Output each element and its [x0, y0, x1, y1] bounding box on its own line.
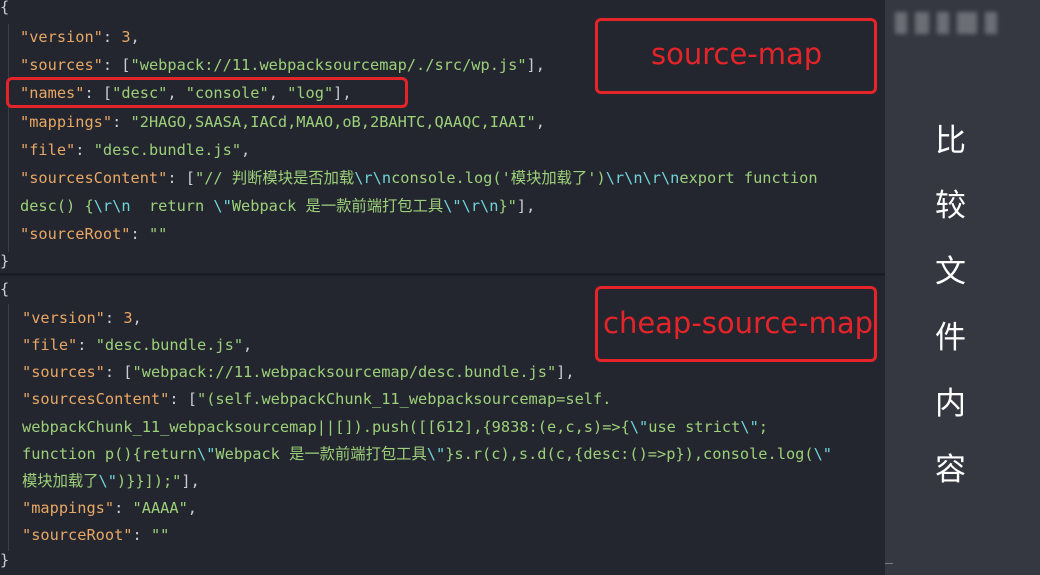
- code-line-version: "version": 3,: [20, 28, 140, 46]
- sidebar-title-char: 容: [935, 452, 966, 488]
- sidebar-title-char: 件: [935, 320, 966, 356]
- open-brace: {: [0, 280, 10, 298]
- code-line-sources-content-cont: desc() {\r\n return \"Webpack 是一款前端打包工具\…: [20, 197, 536, 215]
- sidebar-title-char: 较: [935, 188, 966, 224]
- code-line-mappings: "mappings": "AAAA",: [22, 499, 198, 517]
- code-line-mappings: "mappings": "2HAGO,SAASA,IACd,MAAO,oB,2B…: [20, 113, 545, 131]
- close-brace: }: [0, 252, 10, 270]
- code-line-file: "file": "desc.bundle.js",: [22, 336, 253, 354]
- sidebar-title-char: 比: [935, 123, 966, 159]
- cheap-source-map-label: cheap-source-map: [603, 306, 874, 340]
- blurred-watermark: [957, 12, 977, 34]
- indent-guide: [8, 24, 9, 252]
- blurred-watermark: [937, 12, 949, 34]
- sidebar-tick: [885, 563, 893, 564]
- open-brace: {: [0, 0, 10, 16]
- code-line-sources: "sources": ["webpack://11.webpacksourcem…: [22, 363, 575, 381]
- code-line-version: "version": 3,: [22, 309, 142, 327]
- source-map-label: source-map: [651, 37, 823, 71]
- code-line-source-root: "sourceRoot": "": [20, 225, 168, 243]
- code-line-source-root: "sourceRoot": "": [22, 526, 170, 544]
- close-brace: }: [0, 551, 10, 569]
- blurred-watermark: [985, 12, 997, 34]
- blurred-watermark: [895, 12, 907, 34]
- sidebar-title-char: 内: [935, 386, 966, 422]
- code-line-sources-content: "sourcesContent": ["(self.webpackChunk_1…: [22, 390, 612, 408]
- code-line-sources: "sources": ["webpack://11.webpacksourcem…: [20, 56, 545, 74]
- source-map-code-panel[interactable]: { "version": 3, "sources": ["webpack://1…: [0, 0, 885, 273]
- sidebar-title-char: 文: [935, 254, 966, 290]
- cheap-source-map-code-panel[interactable]: { "version": 3, "file": "desc.bundle.js"…: [0, 276, 885, 575]
- names-highlight-box: [6, 77, 408, 108]
- indent-guide: [8, 304, 9, 551]
- blurred-watermark: [915, 12, 929, 34]
- code-line-sources-content-cont: function p(){return\"Webpack 是一款前端打包工具\"…: [22, 445, 832, 463]
- code-line-file: "file": "desc.bundle.js",: [20, 141, 251, 159]
- code-line-sources-content-cont: webpackChunk_11_webpacksourcemap||[]).pu…: [22, 418, 768, 436]
- code-line-sources-content-cont: 模块加载了\")}}]);"],: [22, 472, 200, 490]
- code-line-sources-content: "sourcesContent": ["// 判断模块是否加载\r\nconso…: [20, 169, 818, 187]
